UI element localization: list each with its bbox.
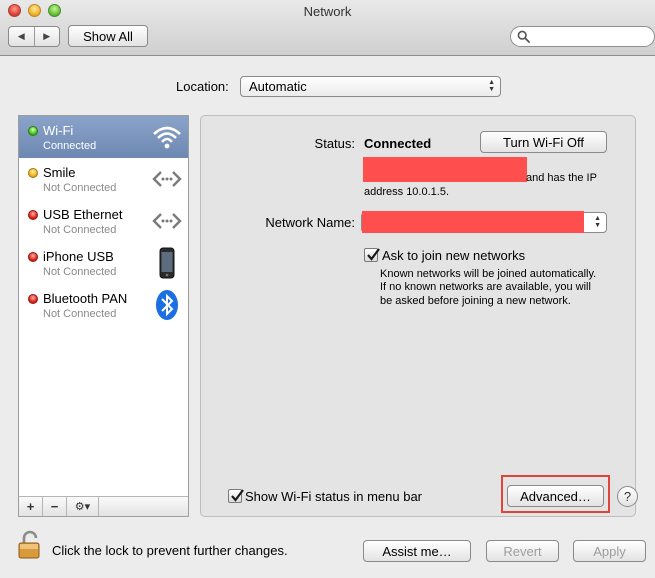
status-description-tail: and has the IP [526, 172, 597, 184]
checkmark-icon [367, 248, 380, 261]
service-name: iPhone USB [43, 249, 114, 264]
remove-service-button[interactable]: − [43, 497, 67, 516]
location-value: Automatic [249, 79, 307, 94]
location-popup[interactable]: Automatic ▲ ▼ [240, 76, 501, 97]
ask-to-join-description-1: Known networks will be joined automatica… [380, 268, 597, 280]
lock-icon[interactable] [17, 530, 43, 560]
status-value: Connected [364, 136, 432, 151]
service-name: Bluetooth PAN [43, 291, 128, 306]
window-toolbar: Network ◀ ▶ Show All [0, 0, 655, 56]
service-list: Wi-Fi Connected Smile Not Connected USB … [18, 115, 189, 517]
status-dot-icon [28, 126, 38, 136]
bluetooth-icon [156, 290, 178, 320]
wifi-icon [153, 126, 181, 149]
service-status: Not Connected [43, 182, 117, 194]
back-forward-control: ◀ ▶ [8, 26, 60, 47]
show-wifi-status-label: Show Wi-Fi status in menu bar [245, 489, 423, 504]
advanced-button[interactable]: Advanced… [507, 485, 604, 507]
service-name: Smile [43, 165, 76, 180]
show-all-button[interactable]: Show All [68, 25, 148, 47]
status-dot-icon [28, 294, 38, 304]
service-name: USB Ethernet [43, 207, 123, 222]
service-item-usb-ethernet[interactable]: USB Ethernet Not Connected [19, 200, 188, 242]
ethernet-arrows-icon [152, 213, 182, 229]
add-service-button[interactable]: + [19, 497, 43, 516]
status-dot-icon [28, 210, 38, 220]
gear-icon[interactable]: ⚙▾ [67, 497, 99, 516]
ethernet-arrows-icon [152, 171, 182, 187]
popup-arrows-icon: ▲ ▼ [488, 79, 495, 93]
service-item-smile[interactable]: Smile Not Connected [19, 158, 188, 200]
status-dot-icon [28, 252, 38, 262]
service-item-bluetooth-pan[interactable]: Bluetooth PAN Not Connected [19, 284, 188, 326]
service-status: Not Connected [43, 266, 117, 278]
service-status: Not Connected [43, 224, 117, 236]
redacted-network-info [363, 157, 527, 182]
service-item-iphone-usb[interactable]: iPhone USB Not Connected [19, 242, 188, 284]
status-label: Status: [314, 136, 355, 151]
show-wifi-status-checkbox[interactable] [228, 489, 244, 503]
service-name: Wi-Fi [43, 123, 74, 138]
service-item-wifi[interactable]: Wi-Fi Connected [19, 116, 188, 158]
service-status: Not Connected [43, 308, 117, 320]
window-title: Network [303, 4, 352, 19]
service-list-toolbar: + − ⚙▾ [19, 496, 188, 516]
back-arrow-icon: ◀ [17, 31, 25, 41]
popup-arrows-icon: ▲ ▼ [594, 215, 601, 229]
location-label: Location: [176, 79, 229, 94]
service-status: Connected [43, 140, 97, 152]
iphone-icon [159, 247, 175, 279]
ask-to-join-checkbox[interactable] [364, 248, 380, 262]
back-button[interactable]: ◀ [9, 27, 34, 46]
turn-wifi-off-button[interactable]: Turn Wi-Fi Off [480, 131, 607, 153]
assist-me-button[interactable]: Assist me… [363, 540, 471, 562]
apply-button[interactable]: Apply [573, 540, 646, 562]
help-button[interactable]: ? [617, 486, 638, 507]
search-icon [517, 30, 530, 43]
network-name-popup[interactable]: ▲ ▼ [361, 211, 607, 233]
redacted-network-name [362, 211, 584, 233]
forward-arrow-icon: ▶ [43, 31, 51, 41]
status-description-ip: address 10.0.1.5. [364, 186, 450, 198]
ask-to-join-description-2: If no known networks are available, you … [380, 281, 591, 293]
forward-button[interactable]: ▶ [33, 27, 60, 46]
revert-button[interactable]: Revert [486, 540, 559, 562]
network-name-label: Network Name: [265, 215, 355, 230]
ask-to-join-label: Ask to join new networks [382, 248, 526, 263]
lock-message: Click the lock to prevent further change… [52, 543, 288, 558]
search-field[interactable] [510, 26, 655, 47]
checkmark-icon [231, 489, 244, 502]
status-dot-icon [28, 168, 38, 178]
ask-to-join-description-3: be asked before joining a new network. [380, 295, 571, 307]
